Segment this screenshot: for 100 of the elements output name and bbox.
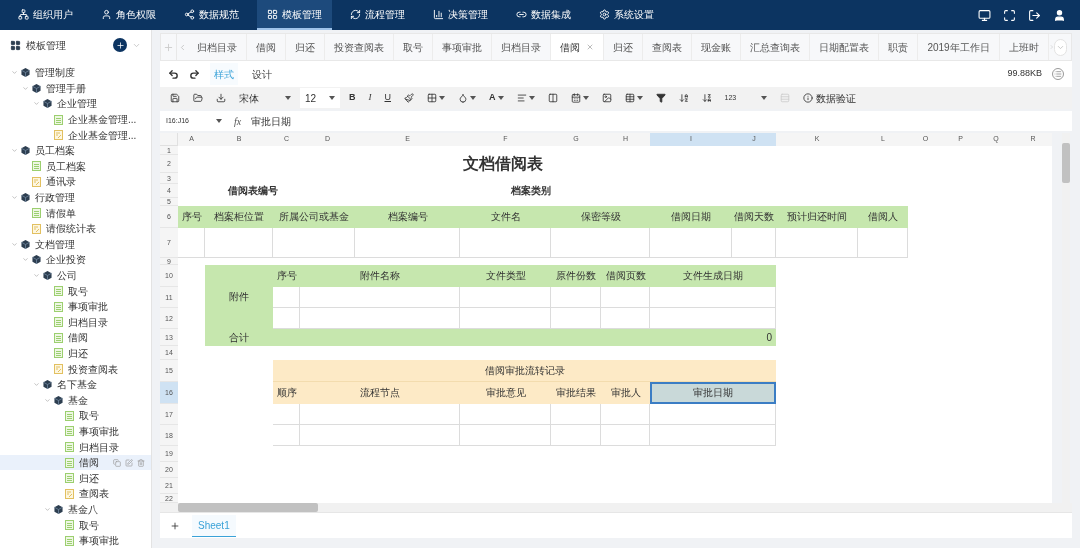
table-cell[interactable] [273, 228, 355, 258]
underline-button[interactable]: U [380, 91, 395, 105]
caret-icon[interactable] [10, 147, 18, 155]
fullscreen-icon[interactable] [1003, 8, 1016, 22]
sheet-tab[interactable]: 现金账 [692, 34, 742, 60]
table-cell[interactable] [551, 287, 601, 308]
table-cell[interactable] [355, 228, 460, 258]
add-button[interactable] [113, 38, 127, 52]
tree-item[interactable]: 公司 [0, 267, 151, 284]
table-cell[interactable] [460, 404, 551, 425]
table-cell[interactable] [601, 425, 650, 446]
nav-tab[interactable]: 角色权限 [91, 0, 166, 30]
copy-icon[interactable] [113, 458, 121, 467]
formula-field[interactable]: 审批日期 [251, 113, 292, 129]
tree-item[interactable]: 行政管理 [0, 189, 151, 206]
undo-icon[interactable] [168, 68, 179, 80]
table-cell[interactable] [300, 425, 460, 446]
table-cell[interactable] [273, 425, 300, 446]
nav-tab[interactable]: 决策管理 [423, 0, 498, 30]
sheet-tab[interactable]: 汇总查询表 [741, 34, 811, 60]
tree-item[interactable]: 取号 [0, 408, 151, 424]
bold-button[interactable]: B [345, 91, 360, 105]
table-cell[interactable] [551, 228, 650, 258]
tree-item[interactable]: 事项审批 [0, 298, 151, 315]
sheet-tab[interactable]: 事项审批 [433, 34, 493, 60]
horizontal-scrollbar[interactable] [160, 503, 1072, 512]
delete-icon[interactable] [137, 458, 145, 467]
tree-item[interactable]: 投资查阅表 [0, 361, 151, 377]
mode-tab[interactable]: 设计 [248, 63, 276, 85]
tree-item[interactable]: 管理制度 [0, 65, 151, 81]
sheet-tab[interactable]: 上班时 [999, 34, 1049, 60]
table-cell[interactable] [273, 308, 300, 329]
table-cell[interactable] [178, 228, 205, 258]
table-cell[interactable] [205, 228, 273, 258]
tree-item[interactable]: 基金 [0, 392, 151, 409]
edit-icon[interactable] [125, 458, 133, 467]
sheet-tab[interactable]: 归还 [286, 34, 326, 60]
table-cell[interactable] [601, 287, 650, 308]
tree-item[interactable]: 归还 [0, 345, 151, 362]
sheet-tab[interactable]: 归档目录 [188, 34, 248, 60]
table-cell[interactable] [732, 228, 776, 258]
caret-icon[interactable] [43, 505, 51, 513]
table-cell[interactable] [300, 308, 460, 329]
table-cell[interactable] [650, 287, 776, 308]
font-size-select[interactable]: 12 [300, 88, 340, 108]
tree-item[interactable]: 员工档案 [0, 158, 151, 175]
nav-tab[interactable]: 组织用户 [8, 0, 83, 30]
nav-tab[interactable]: 模板管理 [257, 0, 332, 30]
sheet-tab[interactable]: 查阅表 [643, 34, 693, 60]
table-cell[interactable] [601, 308, 650, 329]
sheet-tab[interactable]: 职责 [879, 34, 919, 60]
tree-item[interactable]: 企业基金管理... [0, 127, 151, 143]
table-cell[interactable] [551, 425, 601, 446]
add-sheet-icon[interactable] [170, 520, 180, 531]
tree-item[interactable]: 请假统计表 [0, 220, 151, 237]
tabs-dropdown-button[interactable] [1054, 38, 1067, 56]
sheet-tab[interactable]: 取号 [394, 34, 434, 60]
tree-item[interactable]: 归还 [0, 470, 151, 487]
table-cell[interactable] [650, 425, 776, 446]
sheet-tab[interactable]: 借阅 [551, 34, 605, 60]
tree-item[interactable]: 员工档案 [0, 142, 151, 159]
sheet-tab[interactable]: 日期配置表 [810, 34, 880, 60]
tree-item[interactable]: 企业基金管理... [0, 111, 151, 128]
tree-item[interactable]: 请假单 [0, 205, 151, 221]
sheet-tab[interactable]: 2019年工作日 [918, 34, 1000, 60]
table-cell[interactable] [551, 404, 601, 425]
tree-item[interactable]: 取号 [0, 517, 151, 533]
sheet-tab[interactable]: 归还 [604, 34, 644, 60]
tree-item[interactable]: 事项审批 [0, 423, 151, 440]
nav-tab[interactable]: 系统设置 [589, 0, 664, 30]
monitor-icon[interactable] [978, 8, 991, 22]
sheet-tab[interactable]: 借阅 [247, 34, 287, 60]
nav-tab[interactable]: 数据集成 [506, 0, 581, 30]
close-icon[interactable] [586, 43, 595, 51]
tree-item[interactable]: 企业投资 [0, 252, 151, 268]
chevron-right-icon[interactable] [1048, 43, 1055, 51]
nav-tab[interactable]: 流程管理 [340, 0, 415, 30]
vertical-scrollbar[interactable] [1062, 133, 1070, 503]
table-cell[interactable] [460, 308, 551, 329]
table-cell[interactable] [460, 228, 551, 258]
nav-tab[interactable]: 数据规范 [174, 0, 249, 30]
table-cell[interactable] [551, 308, 601, 329]
table-cell[interactable] [273, 287, 300, 308]
tree-item[interactable]: 文档管理 [0, 236, 151, 253]
tree-item[interactable]: 借阅 [0, 330, 151, 346]
italic-button[interactable]: I [364, 91, 376, 105]
table-cell[interactable] [776, 228, 858, 258]
table-cell[interactable] [300, 404, 460, 425]
table-cell[interactable] [460, 425, 551, 446]
validation-button[interactable]: 数据验证 [798, 89, 860, 107]
table-cell[interactable] [650, 228, 732, 258]
tree-item[interactable]: 取号 [0, 283, 151, 299]
redo-icon[interactable] [189, 68, 200, 80]
table-cell[interactable] [273, 404, 300, 425]
font-color-button[interactable]: A [485, 89, 508, 107]
table-cell[interactable] [650, 308, 776, 329]
user-icon[interactable] [1053, 8, 1066, 22]
tree-item[interactable]: 管理手册 [0, 80, 151, 97]
select-all-corner[interactable] [160, 133, 178, 146]
tree-item[interactable]: 事项审批 [0, 532, 151, 548]
